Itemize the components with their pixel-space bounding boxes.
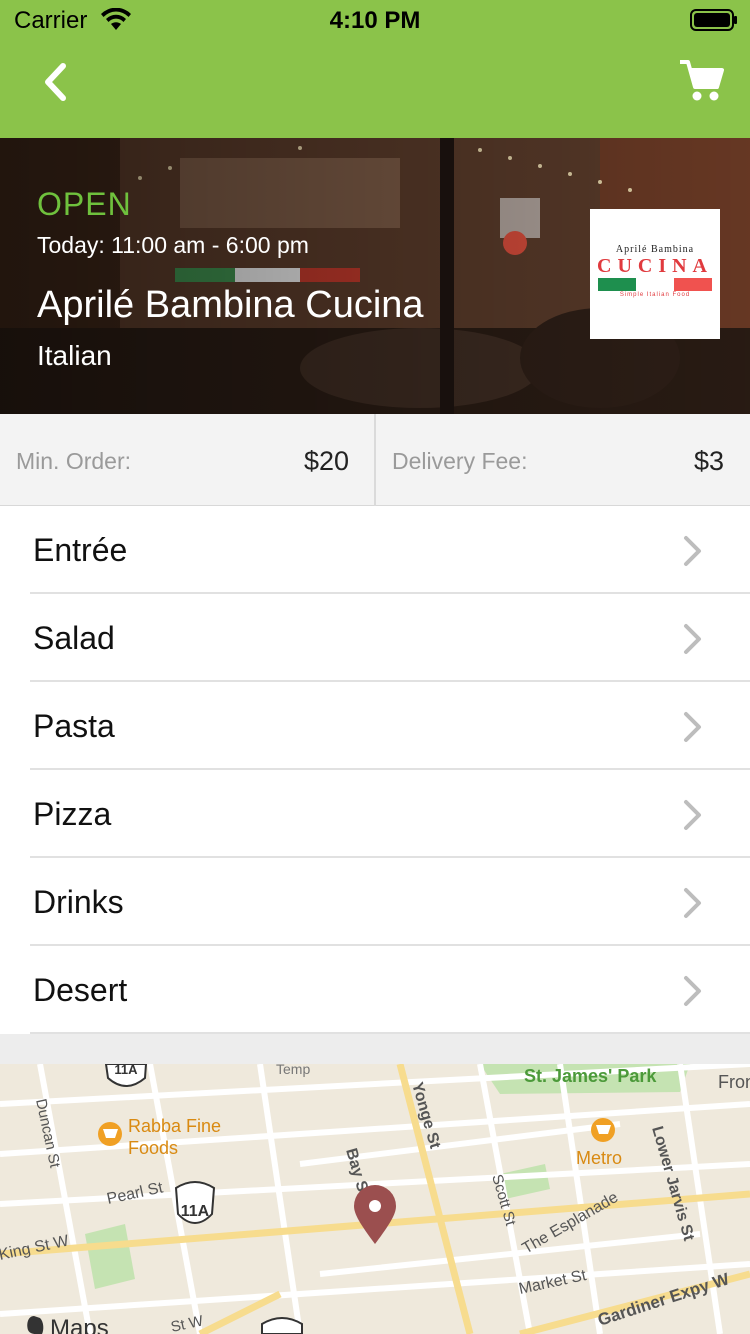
chevron-right-icon [684, 712, 701, 742]
logo-line-3: Simple Italian Food [619, 292, 691, 298]
order-info-bar: Min. Order: $20 Delivery Fee: $3 [0, 414, 750, 506]
menu-category-list: Entrée Salad Pasta Pizza Drinks Desert [0, 506, 750, 1034]
chevron-right-icon [684, 976, 701, 1006]
restaurant-name: Aprilé Bambina Cucina [37, 284, 424, 326]
menu-item-drinks[interactable]: Drinks [0, 858, 750, 946]
shopping-poi-icon [98, 1122, 122, 1146]
restaurant-logo: Aprilé Bambina CUCINA Simple Italian Foo… [590, 209, 720, 339]
chevron-right-icon [684, 800, 701, 830]
menu-item-pizza[interactable]: Pizza [0, 770, 750, 858]
min-order-value: $20 [303, 446, 349, 476]
clock: 4:10 PM [329, 7, 421, 34]
info-divider [374, 414, 376, 506]
logo-red-stripe [674, 278, 712, 291]
menu-item-label: Salad [33, 620, 115, 656]
chevron-right-icon [684, 888, 701, 918]
menu-item-label: Desert [33, 972, 128, 1008]
opening-hours: Today: 11:00 am - 6:00 pm [37, 232, 309, 258]
shopping-poi-icon [591, 1118, 615, 1142]
min-order-label: Min. Order: [16, 448, 132, 474]
map-label: Temp [276, 1064, 310, 1077]
chevron-right-icon [684, 536, 701, 566]
open-status: OPEN [37, 186, 132, 222]
header-bar: Carrier 4:10 PM [0, 0, 750, 138]
map-label: Front [718, 1072, 750, 1092]
route-shield-icon: 11A [174, 1181, 216, 1224]
logo-line-2: CUCINA [597, 255, 713, 277]
maps-attribution[interactable]: Maps [27, 1315, 109, 1334]
map-label: Rabba Fine [128, 1116, 221, 1136]
menu-item-label: Drinks [33, 884, 124, 920]
menu-item-pasta[interactable]: Pasta [0, 682, 750, 770]
logo-green-stripe [598, 278, 636, 291]
location-map[interactable]: 11A 11A St. James' Park Rabba Fine Foods… [0, 1064, 750, 1334]
map-canvas[interactable]: 11A 11A St. James' Park Rabba Fine Foods… [0, 1064, 750, 1334]
map-label: Metro [576, 1148, 622, 1168]
chevron-right-icon [684, 624, 701, 654]
route-shield-label: 11A [181, 1203, 210, 1220]
menu-item-salad[interactable]: Salad [0, 594, 750, 682]
map-label: St. James' Park [524, 1066, 657, 1086]
battery-icon [690, 9, 737, 31]
delivery-fee-value: $3 [693, 446, 724, 476]
menu-item-label: Pasta [33, 708, 115, 744]
section-gap [0, 1034, 750, 1064]
chevron-left-icon[interactable] [36, 60, 76, 104]
cuisine-type: Italian [37, 340, 112, 371]
cart-icon[interactable] [678, 58, 724, 104]
menu-item-label: Pizza [33, 796, 112, 832]
status-bar: Carrier 4:10 PM [0, 0, 750, 40]
menu-item-entree[interactable]: Entrée [0, 506, 750, 594]
route-shield-icon [261, 1317, 303, 1334]
delivery-fee-label: Delivery Fee: [392, 448, 528, 474]
route-shield-label: 11A [114, 1064, 138, 1077]
menu-item-label: Entrée [33, 532, 128, 568]
logo-line-1: Aprilé Bambina [615, 244, 695, 255]
menu-item-desert[interactable]: Desert [0, 946, 750, 1034]
maps-attribution-label: Maps [50, 1315, 109, 1334]
map-label: Foods [128, 1138, 178, 1158]
